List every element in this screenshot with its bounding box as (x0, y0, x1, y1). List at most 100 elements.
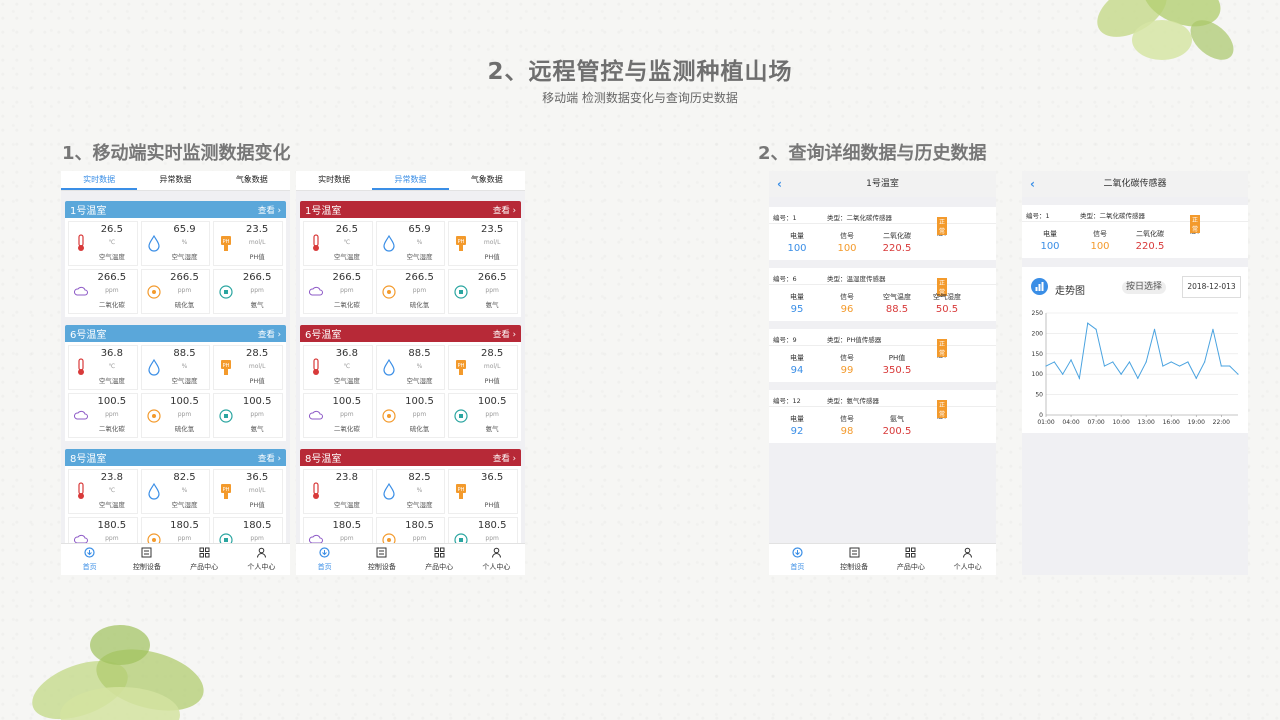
date-picker[interactable]: 2018-12-013 (1182, 276, 1241, 298)
nav-label: 个人中心 (953, 563, 982, 571)
sensor-cell[interactable]: 266.5 ppm 硫化氢 (140, 269, 211, 314)
sensor-cell[interactable]: 100.5 ppm 氨气 (213, 393, 283, 438)
sensor-metrics: 电量 94 信号 99 PH值 350.5 (769, 346, 996, 382)
tab-0[interactable]: 实时数据 (61, 171, 138, 190)
sensor-cell[interactable]: 26.5 ℃ 空气温度 (68, 221, 138, 266)
sensor-unit: ℃ (343, 239, 351, 246)
x-tick-label: 22:00 (1213, 419, 1230, 426)
sensor-cell[interactable]: 65.9% 空气湿度 (375, 221, 446, 266)
sensor-cell[interactable]: 100.5 ppm 二氧化碳 (68, 393, 138, 438)
svg-text:PH: PH (223, 239, 230, 245)
y-tick-label: 250 (1032, 310, 1044, 317)
pick-by-day-button[interactable]: 按日选择 (1122, 281, 1167, 294)
tab-2[interactable]: 气象数据 (449, 171, 525, 190)
greenhouse-name: 1号温室 (70, 206, 107, 217)
trend-panel: 走势图 按日选择 2018-12-013 0 50 100 150 200 250 01:0… (1022, 267, 1248, 433)
data-point (1212, 328, 1214, 330)
sensor-cell[interactable]: PH 36.5 mol/L PH值 (213, 469, 283, 514)
data-point (1103, 365, 1106, 367)
sensor-cell[interactable]: PH 36.5 PH值 (448, 469, 518, 514)
svg-text:PH: PH (223, 363, 230, 369)
nav-item-3[interactable]: 个人中心 (939, 544, 996, 575)
view-more-link[interactable]: 查看 › (493, 204, 516, 216)
sensor-value: 23.8 (335, 472, 358, 483)
metric-value: 95 (790, 304, 804, 315)
nav-item-1[interactable]: 控制设备 (118, 544, 175, 575)
sensor-value: 266.5 (97, 272, 127, 283)
section-title-history: 2、查询详细数据与历史数据 (758, 143, 987, 164)
sensor-cell[interactable]: PH 28.5 mol/L PH值 (213, 345, 283, 390)
sensor-cell[interactable]: 36.8 ℃ 空气温度 (68, 345, 138, 390)
view-more-link[interactable]: 查看 › (493, 452, 516, 464)
sensor-value: 266.5 (242, 272, 272, 283)
sensor-card[interactable]: 编号：1类型：二氧化碳传感器状态：正常电量100信号100二氧化碳220.5 (769, 207, 996, 260)
sensor-cell[interactable]: PH 23.5 mol/L PH值 (448, 221, 518, 266)
sensor-cell[interactable]: 266.5 ppm 氨气 (213, 269, 283, 314)
sensor-cell[interactable]: 26.5 ℃ 空气温度 (303, 221, 373, 266)
sensor-info-row: 编号：6类型：温湿度传感器状态：正常 (769, 268, 996, 298)
metric-value: 98 (840, 426, 854, 437)
nav-item-2[interactable]: 产品中心 (411, 544, 468, 575)
detail-title: 1号温室 (866, 179, 899, 189)
view-more-link[interactable]: 查看 › (258, 204, 281, 216)
sensor-label: PH值 (484, 501, 500, 509)
y-tick-label: 0 (1039, 412, 1043, 419)
sensor-cell[interactable]: 266.5 ppm 硫化氢 (375, 269, 446, 314)
back-arrow-icon[interactable]: ‹ (777, 171, 782, 197)
sensor-unit: % (181, 487, 188, 494)
sensor-cell[interactable]: 82.5% 空气湿度 (375, 469, 446, 514)
sensor-cell[interactable]: 266.5 ppm 二氧化碳 (303, 269, 373, 314)
sensor-card[interactable]: 编号：9类型：PH值传感器状态：正常电量94信号99PH值350.5 (769, 329, 996, 382)
tab-1[interactable]: 异常数据 (137, 171, 213, 190)
sensor-cell[interactable]: 82.5% 空气湿度 (140, 469, 211, 514)
greenhouse-name: 8号温室 (305, 454, 342, 465)
nav-item-2[interactable]: 产品中心 (176, 544, 233, 575)
sensor-card[interactable]: 编号：12类型：氨气传感器状态：正常电量92信号98氨气200.5 (769, 390, 996, 443)
sensor-unit: ppm (340, 287, 354, 294)
room-list: 1号温室 查看 › 26.5 ℃ 空气温度 65.9% 空气湿度 PH 23.5 mol/L PH值… (296, 191, 525, 565)
sensor-cell[interactable]: 36.8 ℃ 空气温度 (303, 345, 373, 390)
view-more-link[interactable]: 查看 › (493, 328, 516, 340)
tab-0[interactable]: 实时数据 (296, 171, 372, 190)
x-tick-label: 13:00 (1138, 419, 1155, 426)
sensor-cell[interactable]: 100.5 ppm 硫化氢 (375, 393, 446, 438)
sensor-cell[interactable]: 266.5 ppm 氨气 (448, 269, 518, 314)
y-tick-label: 200 (1032, 330, 1044, 337)
home-icon (84, 547, 95, 562)
greenhouse-header: 1号温室 查看 › (65, 201, 286, 218)
sensor-cell[interactable]: 88.5% 空气湿度 (375, 345, 446, 390)
tab-1[interactable]: 异常数据 (372, 171, 449, 190)
back-arrow-icon[interactable]: ‹ (1030, 171, 1035, 197)
person-icon (256, 547, 267, 562)
sensor-cell[interactable]: 100.5 ppm 二氧化碳 (303, 393, 373, 438)
nav-item-3[interactable]: 个人中心 (468, 544, 525, 575)
sensor-cell[interactable]: 23.8 ℃ 空气温度 (68, 469, 138, 514)
sensor-id: 编号：6 (773, 275, 797, 283)
sensor-cell[interactable]: PH 28.5 mol/L PH值 (448, 345, 518, 390)
sensor-unit: ppm (177, 411, 192, 418)
sensor-unit: ppm (340, 535, 354, 542)
sensor-cell[interactable]: 266.5 ppm 二氧化碳 (68, 269, 138, 314)
nav-item-0[interactable]: 首页 (296, 544, 353, 575)
view-more-link[interactable]: 查看 › (258, 452, 281, 464)
nav-item-0[interactable]: 首页 (769, 544, 826, 575)
data-point (1229, 365, 1231, 367)
sensor-card[interactable]: 编号：6类型：温湿度传感器状态：正常电量95信号96空气温度88.5空气湿度50… (769, 268, 996, 321)
nav-item-3[interactable]: 个人中心 (233, 544, 290, 575)
sensor-label: 空气湿度 (406, 501, 433, 509)
sensor-cell[interactable]: 23.8 空气温度 (303, 469, 373, 514)
tab-2[interactable]: 气象数据 (214, 171, 290, 190)
thermometer-icon (74, 234, 88, 252)
sensor-cell[interactable]: 100.5 ppm 氨气 (448, 393, 518, 438)
sensor-cell[interactable]: 65.9% 空气湿度 (140, 221, 211, 266)
nav-item-1[interactable]: 控制设备 (353, 544, 410, 575)
control-device-icon (376, 547, 387, 562)
sensor-cell[interactable]: 100.5 ppm 硫化氢 (140, 393, 211, 438)
nav-item-0[interactable]: 首页 (61, 544, 118, 575)
view-more-link[interactable]: 查看 › (258, 328, 281, 340)
nav-item-1[interactable]: 控制设备 (826, 544, 883, 575)
sensor-cell[interactable]: 88.5% 空气湿度 (140, 345, 211, 390)
nav-item-2[interactable]: 产品中心 (883, 544, 940, 575)
sensor-card[interactable]: 编号：1类型：二氧化碳传感器状态：正常电量100信号100二氧化碳220.5 (1022, 205, 1248, 258)
sensor-cell[interactable]: PH 23.5 mol/L PH值 (213, 221, 283, 266)
